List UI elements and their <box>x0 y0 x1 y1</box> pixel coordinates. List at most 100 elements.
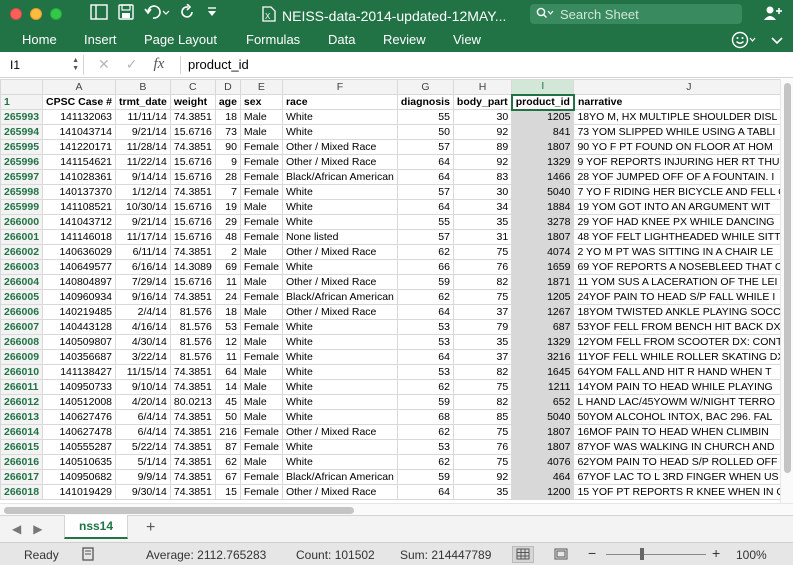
cell[interactable]: 141108521 <box>42 199 116 215</box>
cell[interactable]: 74.3851 <box>169 289 216 305</box>
cell[interactable]: Black/African American <box>281 289 398 305</box>
cell[interactable]: Female <box>239 184 283 200</box>
cell[interactable]: 10/30/14 <box>115 199 171 215</box>
cell[interactable]: 37 <box>452 304 513 320</box>
cell[interactable]: 5040 <box>511 409 575 425</box>
cell[interactable]: None listed <box>281 229 398 245</box>
cell[interactable]: 15.6716 <box>169 169 216 185</box>
cell[interactable]: 9/10/14 <box>115 379 171 395</box>
name-box[interactable]: I1 ▲ ▼ <box>4 55 84 75</box>
tab-view[interactable]: View <box>453 32 481 47</box>
cell[interactable]: 15 YOF PT REPORTS R KNEE WHEN IN GYM <box>573 484 780 500</box>
cell[interactable]: 75 <box>452 289 513 305</box>
cell[interactable]: 140356687 <box>42 349 116 365</box>
cell[interactable]: 4076 <box>511 454 575 470</box>
cell[interactable]: 11/15/14 <box>115 364 171 380</box>
cell[interactable]: Other / Mixed Race <box>281 424 398 440</box>
cell[interactable]: 76 <box>452 259 513 275</box>
cell[interactable]: 4/20/14 <box>115 394 171 410</box>
cell[interactable]: 1807 <box>511 139 575 155</box>
cell[interactable]: 82 <box>452 394 513 410</box>
cell[interactable]: 64 <box>396 349 454 365</box>
header-cell[interactable]: race <box>281 94 398 110</box>
cell[interactable]: 73 YOM SLIPPED WHILE USING A TABLI <box>573 124 780 140</box>
cell[interactable]: 1807 <box>511 229 575 245</box>
cell[interactable]: 30 <box>452 184 513 200</box>
cell[interactable]: 19 YOM GOT INTO AN ARGUMENT WIT <box>573 199 780 215</box>
collapse-ribbon-icon[interactable] <box>771 34 783 49</box>
cell[interactable]: 24 <box>214 289 241 305</box>
header-cell[interactable]: sex <box>239 94 283 110</box>
cell[interactable]: Other / Mixed Race <box>281 139 398 155</box>
confirm-entry-icon[interactable]: ✓ <box>126 56 138 73</box>
cell[interactable]: 83 <box>452 169 513 185</box>
row-header[interactable]: 266002 <box>0 244 44 260</box>
prev-sheet-icon[interactable]: ◀ <box>12 522 21 536</box>
cell[interactable]: 74.3851 <box>169 439 216 455</box>
macro-record-icon[interactable] <box>80 546 96 565</box>
cell[interactable]: 11YOF FELL WHILE ROLLER SKATING DX <box>573 349 780 365</box>
cell[interactable]: 53 <box>214 319 241 335</box>
zoom-out-button[interactable]: − <box>588 545 596 561</box>
cell[interactable]: Male <box>239 379 283 395</box>
cell[interactable]: 64 <box>396 304 454 320</box>
cell[interactable]: White <box>281 184 398 200</box>
cell[interactable]: 2 <box>214 244 241 260</box>
cell[interactable]: 74.3851 <box>169 139 216 155</box>
name-box-stepper-icon[interactable]: ▲ ▼ <box>72 57 79 73</box>
cell[interactable]: White <box>281 349 398 365</box>
cell[interactable]: 140627478 <box>42 424 116 440</box>
cell[interactable]: 15.6716 <box>169 214 216 230</box>
cell[interactable]: Male <box>239 409 283 425</box>
cell[interactable]: 45 <box>214 394 241 410</box>
cell[interactable]: 30 <box>452 109 513 125</box>
cell[interactable]: 79 <box>452 319 513 335</box>
cell[interactable]: 55 <box>396 214 454 230</box>
column-header-f[interactable]: F <box>281 79 398 95</box>
tab-data[interactable]: Data <box>328 32 355 47</box>
cell[interactable]: 73 <box>214 124 241 140</box>
cell[interactable]: 74.3851 <box>169 454 216 470</box>
cell[interactable]: 64 <box>396 484 454 500</box>
cell[interactable]: 687 <box>511 319 575 335</box>
cell[interactable]: Male <box>239 304 283 320</box>
cell[interactable]: Male <box>239 364 283 380</box>
cell[interactable]: 1329 <box>511 334 575 350</box>
cell[interactable]: Female <box>239 214 283 230</box>
row-header[interactable]: 265996 <box>0 154 44 170</box>
cell[interactable]: 24YOF PAIN TO HEAD S/P FALL WHILE I <box>573 289 780 305</box>
cell[interactable]: 140137370 <box>42 184 116 200</box>
cell[interactable]: 74.3851 <box>169 364 216 380</box>
cell[interactable]: White <box>281 364 398 380</box>
normal-view-button[interactable] <box>512 546 534 563</box>
cell[interactable]: 141028361 <box>42 169 116 185</box>
cell[interactable]: 81.576 <box>169 334 216 350</box>
cell[interactable]: 11/17/14 <box>115 229 171 245</box>
tab-page-layout[interactable]: Page Layout <box>144 32 217 47</box>
cell[interactable]: 141146018 <box>42 229 116 245</box>
cell[interactable]: Female <box>239 229 283 245</box>
cell[interactable]: 28 YOF JUMPED OFF OF A FOUNTAIN. I <box>573 169 780 185</box>
cell[interactable]: 92 <box>452 124 513 140</box>
header-cell[interactable]: diagnosis <box>396 94 454 110</box>
cell[interactable]: 62 <box>396 244 454 260</box>
cell[interactable]: 81.576 <box>169 319 216 335</box>
cell[interactable]: 1466 <box>511 169 575 185</box>
cell[interactable]: Black/African American <box>281 169 398 185</box>
cell[interactable]: 64 <box>214 364 241 380</box>
cell[interactable]: 48 <box>214 229 241 245</box>
cell[interactable]: 62 <box>396 424 454 440</box>
cell[interactable]: 81.576 <box>169 304 216 320</box>
cell[interactable]: Other / Mixed Race <box>281 484 398 500</box>
row-header[interactable]: 266001 <box>0 229 44 245</box>
cell[interactable]: 57 <box>396 139 454 155</box>
spreadsheet-grid[interactable]: ABCDEFGHIJKL 1CPSC Case #trmt_dateweight… <box>0 79 780 503</box>
cell[interactable]: Male <box>239 199 283 215</box>
select-all-corner[interactable] <box>0 79 44 95</box>
sidebar-toggle-icon[interactable] <box>90 4 108 20</box>
header-cell[interactable]: age <box>214 94 241 110</box>
cell[interactable]: 74.3851 <box>169 484 216 500</box>
cell[interactable]: 69 YOF REPORTS A NOSEBLEED THAT C <box>573 259 780 275</box>
cell[interactable]: 841 <box>511 124 575 140</box>
cell[interactable]: 140950733 <box>42 379 116 395</box>
